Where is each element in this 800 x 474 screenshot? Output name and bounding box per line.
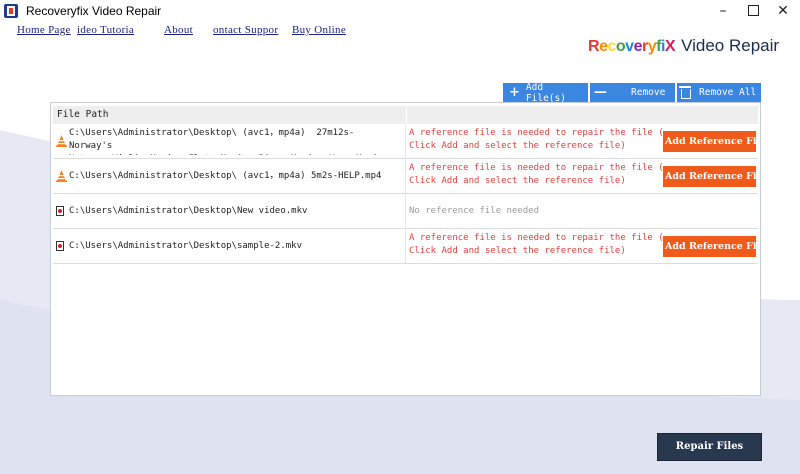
column-header-file-path: File Path [53, 106, 406, 124]
maximize-button[interactable] [738, 0, 768, 22]
mkv-file-icon [56, 241, 64, 251]
menu-about[interactable]: About [164, 24, 193, 36]
file-path: C:\Users\Administrator\Desktop\ (avc1，mp… [69, 128, 394, 155]
remove-all-label: Remove All [699, 87, 757, 98]
file-path: C:\Users\Administrator\Desktop\New video… [69, 206, 308, 216]
remove-all-button[interactable]: Remove All [677, 83, 761, 102]
minimize-button[interactable]: – [708, 0, 738, 22]
file-table: File Path C:\Users\Administrator\Desktop… [50, 102, 761, 396]
mkv-file-icon [56, 206, 64, 216]
status-message: A reference file is needed to repair the… [409, 163, 664, 186]
status-message: A reference file is needed to repair the… [409, 233, 664, 256]
add-reference-file-button[interactable]: Add Reference File [663, 131, 756, 152]
add-files-label: Add File(s) [525, 81, 566, 104]
menu-buy-online[interactable]: Buy Online [292, 24, 346, 36]
vlc-icon [56, 170, 67, 182]
vlc-icon [56, 135, 67, 147]
trash-icon [679, 86, 691, 99]
add-files-button[interactable]: + Add File(s) [503, 81, 588, 104]
file-path: C:\Users\Administrator\Desktop\ (avc1，mp… [69, 171, 382, 181]
remove-button[interactable]: — Remove [590, 83, 675, 102]
product-logo: RecoveryfiX Video Repair [588, 36, 779, 56]
table-row[interactable]: C:\Users\Administrator\Desktop\ (avc1，mp… [53, 125, 758, 159]
add-reference-file-button[interactable]: Add Reference File [663, 236, 756, 257]
column-header-status [407, 106, 758, 124]
menu-home-page[interactable]: Home Page [17, 24, 71, 36]
repair-files-button[interactable]: Repair Files [658, 434, 761, 460]
remove-label: Remove [631, 87, 666, 98]
logo-product: Video Repair [681, 36, 780, 55]
add-reference-file-button[interactable]: Add Reference File [663, 166, 756, 187]
close-button[interactable]: ✕ [768, 0, 798, 22]
plus-icon: + [509, 85, 520, 100]
minus-icon: — [594, 85, 607, 100]
table-row[interactable]: C:\Users\Administrator\Desktop\New video… [53, 195, 758, 229]
window-title: Recoveryfix Video Repair [26, 4, 162, 18]
app-icon [4, 4, 18, 18]
menu-video-tutorial[interactable]: ideo Tutoria [77, 24, 134, 36]
file-path: C:\Users\Administrator\Desktop\sample-2.… [69, 241, 302, 251]
status-message: No reference file needed [409, 206, 540, 216]
logo-brand: RecoveryfiX [588, 38, 676, 55]
title-bar: Recoveryfix Video Repair – ✕ [0, 0, 800, 22]
menu-contact-support[interactable]: ontact Suppor [213, 24, 278, 36]
status-message: A reference file is needed to repair the… [409, 128, 664, 151]
table-row[interactable]: C:\Users\Administrator\Desktop\ (avc1，mp… [53, 160, 758, 194]
table-row[interactable]: C:\Users\Administrator\Desktop\sample-2.… [53, 230, 758, 264]
